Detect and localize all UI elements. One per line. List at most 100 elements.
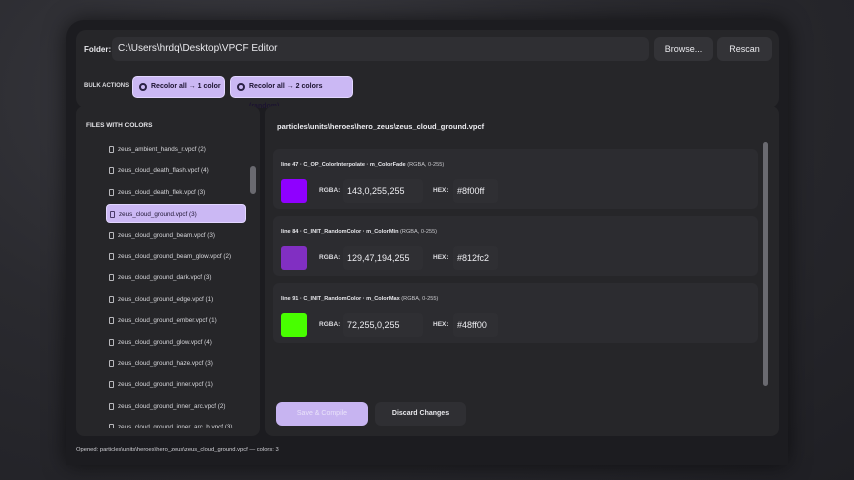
- color-swatch[interactable]: [281, 246, 307, 270]
- folder-path-input[interactable]: C:\Users\hrdq\Desktop\VPCF Editor: [112, 37, 649, 61]
- file-icon: [109, 274, 114, 282]
- hex-input[interactable]: #8f00ff: [453, 179, 498, 203]
- file-name: zeus_cloud_ground_ember.vpcf: [118, 317, 208, 325]
- file-list-scrollbar[interactable]: [250, 166, 256, 194]
- color-editor-panel: particles\units\heroes\hero_zeus\zeus_cl…: [265, 106, 779, 436]
- recolor-two-button[interactable]: Recolor all → 2 colors (random): [230, 76, 353, 110]
- color-count: (2): [198, 146, 206, 153]
- rescan-button[interactable]: Rescan: [717, 37, 772, 61]
- rgba-label: RGBA:: [319, 321, 341, 328]
- color-count: (1): [205, 381, 213, 389]
- color-entry-title: line 84 · C_INIT_RandomColor · m_ColorMi…: [281, 229, 437, 235]
- file-icon: [109, 381, 114, 389]
- hex-label: HEX:: [433, 254, 449, 261]
- file-name: zeus_ambient_hands_r.vpcf: [118, 146, 197, 153]
- file-list-item[interactable]: zeus_cloud_ground_edge.vpcf (1): [106, 290, 246, 309]
- hex-label: HEX:: [433, 187, 449, 194]
- file-name: zeus_cloud_ground_dark.vpcf: [118, 274, 203, 282]
- color-count: (4): [200, 167, 209, 175]
- file-icon: [109, 317, 114, 325]
- rgba-input[interactable]: 129,47,194,255: [343, 246, 423, 270]
- file-name: zeus_cloud_death_flash.vpcf: [118, 167, 200, 175]
- file-icon: [109, 231, 114, 239]
- browse-button[interactable]: Browse...: [654, 37, 713, 61]
- file-name: zeus_cloud_ground_edge.vpcf: [118, 295, 204, 303]
- color-count: (2): [217, 402, 226, 410]
- file-icon: [109, 402, 114, 410]
- color-entry-card: line 47 · C_OP_ColorInterpolate · m_Colo…: [273, 149, 758, 209]
- hex-input[interactable]: #48ff00: [453, 313, 498, 337]
- file-list-item[interactable]: zeus_cloud_ground_beam.vpcf (3): [106, 226, 246, 245]
- color-entry-format: (RGBA, 0-255): [407, 162, 445, 168]
- hex-input[interactable]: #812fc2: [453, 246, 498, 270]
- status-bar: Opened: particles\units\heroes\hero_zeus…: [76, 447, 279, 453]
- file-list-item[interactable]: zeus_cloud_death_flash.vpcf (4): [106, 161, 246, 180]
- bulk-actions-label: BULK ACTIONS: [84, 83, 130, 89]
- file-list-item[interactable]: zeus_cloud_ground_dark.vpcf (3): [106, 268, 246, 287]
- color-entry-title: line 91 · C_INIT_RandomColor · m_ColorMa…: [281, 296, 438, 302]
- file-name: zeus_cloud_ground_inner_arc_b.vpcf: [118, 424, 224, 428]
- file-list-item[interactable]: zeus_ambient_hands_r.vpcf (2): [106, 140, 246, 159]
- file-name: zeus_cloud_ground_inner_arc.vpcf: [118, 402, 217, 410]
- color-count: (3): [224, 424, 233, 428]
- file-icon: [110, 211, 115, 219]
- rgba-input[interactable]: 143,0,255,255: [343, 179, 423, 203]
- file-name: zeus_cloud_ground_glow.vpcf: [118, 338, 203, 346]
- color-entry-card: line 91 · C_INIT_RandomColor · m_ColorMa…: [273, 283, 758, 343]
- palette-icon: [237, 83, 245, 91]
- file-name: zeus_cloud_ground.vpcf: [119, 211, 188, 219]
- color-entry-format: (RGBA, 0-255): [401, 296, 439, 302]
- color-count: (2): [223, 252, 232, 260]
- file-name: zeus_cloud_ground_haze.vpcf: [118, 359, 204, 367]
- rgba-label: RGBA:: [319, 187, 341, 194]
- file-list-item[interactable]: zeus_cloud_ground_beam_glow.vpcf (2): [106, 247, 246, 266]
- file-name: zeus_cloud_ground_inner.vpcf: [118, 381, 204, 389]
- file-name: zeus_cloud_ground_beam_glow.vpcf: [118, 252, 222, 260]
- files-panel-title: FILES WITH COLORS: [86, 122, 153, 129]
- file-icon: [109, 424, 114, 428]
- editor-scrollbar[interactable]: [763, 142, 768, 386]
- recolor-one-button[interactable]: Recolor all → 1 color: [132, 76, 225, 98]
- file-list-item[interactable]: zeus_cloud_death_flek.vpcf (3): [106, 183, 246, 202]
- palette-icon: [139, 83, 147, 91]
- file-list-item[interactable]: zeus_cloud_ground_inner_arc_b.vpcf (3): [106, 418, 246, 428]
- recolor-one-label: Recolor all → 1 color: [151, 83, 221, 90]
- file-list-item[interactable]: zeus_cloud_ground_haze.vpcf (3): [106, 354, 246, 373]
- rgba-input[interactable]: 72,255,0,255: [343, 313, 423, 337]
- file-icon: [109, 146, 114, 153]
- color-entry-location: line 91 · C_INIT_RandomColor · m_ColorMa…: [281, 296, 400, 302]
- color-entry-location: line 47 · C_OP_ColorInterpolate · m_Colo…: [281, 162, 406, 168]
- color-entry-card: line 84 · C_INIT_RandomColor · m_ColorMi…: [273, 216, 758, 276]
- file-path-title: particles\units\heroes\hero_zeus\zeus_cl…: [277, 122, 485, 131]
- color-count: (3): [203, 274, 212, 282]
- file-icon: [109, 188, 114, 196]
- hex-label: HEX:: [433, 321, 449, 328]
- file-list-item[interactable]: zeus_cloud_ground_glow.vpcf (4): [106, 333, 246, 352]
- folder-label: Folder:: [84, 45, 112, 54]
- color-count: (1): [205, 295, 214, 303]
- file-icon: [109, 338, 114, 346]
- file-name: zeus_cloud_ground_beam.vpcf: [118, 231, 206, 239]
- file-list-item[interactable]: zeus_cloud_ground.vpcf (3): [106, 204, 246, 224]
- save-compile-button[interactable]: Save & Compile: [276, 402, 368, 426]
- color-count: (3): [197, 188, 206, 196]
- file-list-item[interactable]: zeus_cloud_ground_inner_arc.vpcf (2): [106, 397, 246, 416]
- file-name: zeus_cloud_death_flek.vpcf: [118, 188, 196, 196]
- file-list-panel: FILES WITH COLORS zeus_ambient_hands_r.v…: [76, 106, 260, 436]
- file-list-item[interactable]: zeus_cloud_ground_ember.vpcf (1): [106, 311, 246, 330]
- color-count: (1): [209, 317, 217, 325]
- discard-changes-button[interactable]: Discard Changes: [375, 402, 466, 426]
- file-list-item[interactable]: zeus_cloud_ground_inner.vpcf (1): [106, 375, 246, 394]
- color-entry-location: line 84 · C_INIT_RandomColor · m_ColorMi…: [281, 229, 399, 235]
- color-swatch[interactable]: [281, 179, 307, 203]
- color-count: (3): [205, 359, 213, 367]
- color-swatch[interactable]: [281, 313, 307, 337]
- toolbar-panel: Folder: C:\Users\hrdq\Desktop\VPCF Edito…: [76, 30, 779, 110]
- rgba-label: RGBA:: [319, 254, 341, 261]
- app-window: Folder: C:\Users\hrdq\Desktop\VPCF Edito…: [66, 20, 788, 465]
- file-list[interactable]: zeus_ambient_hands_r.vpcf (2) zeus_cloud_…: [106, 140, 246, 428]
- color-count: (4): [204, 338, 212, 346]
- file-icon: [109, 252, 114, 260]
- color-count: (3): [207, 231, 215, 239]
- color-count: (3): [189, 211, 197, 219]
